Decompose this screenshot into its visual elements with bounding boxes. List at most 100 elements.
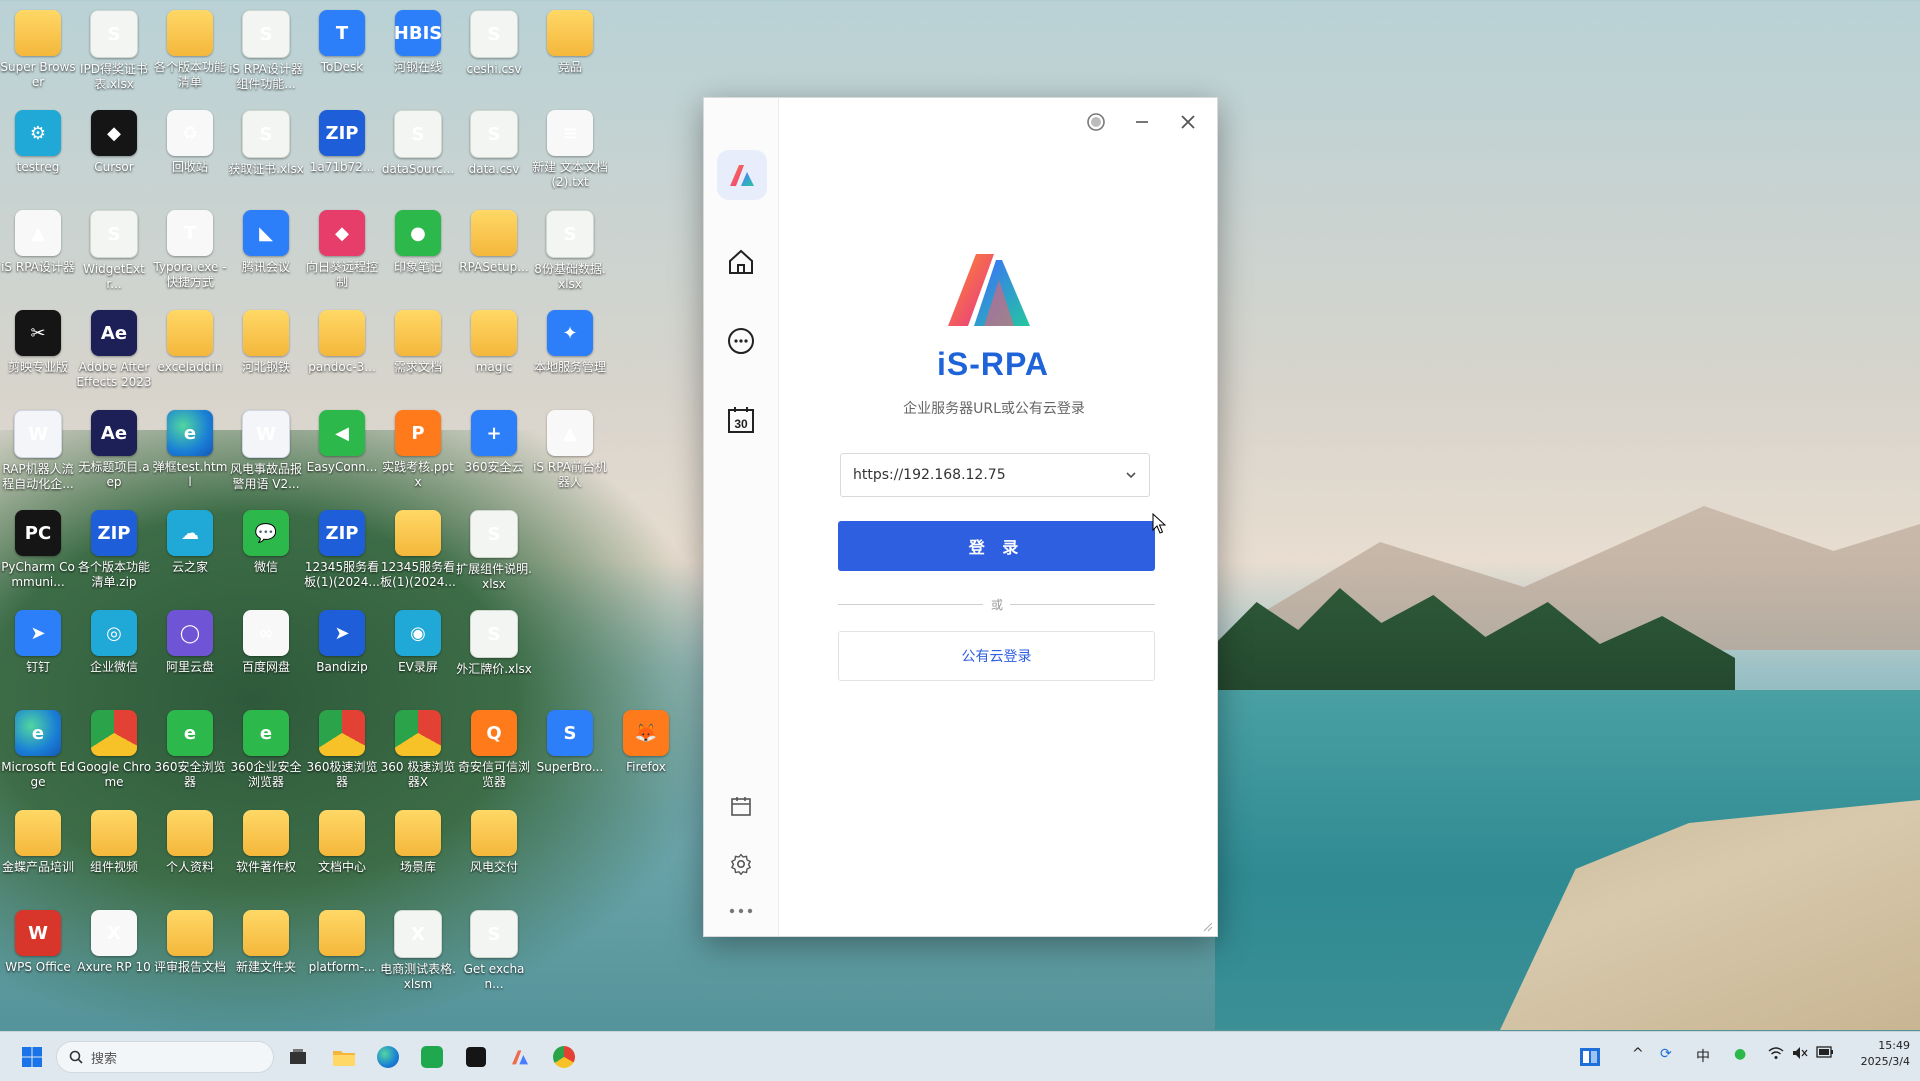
- desktop-icon[interactable]: ⚙ testreg: [0, 100, 76, 196]
- schedule-icon[interactable]: [721, 786, 761, 826]
- desktop-icon[interactable]: e Microsoft Edge: [0, 700, 76, 796]
- task-view-icon[interactable]: [282, 1041, 314, 1073]
- desktop-icon[interactable]: RPASetup...: [456, 200, 532, 296]
- battery-icon[interactable]: [1816, 1046, 1834, 1062]
- login-button[interactable]: 登 录: [838, 521, 1155, 571]
- desktop-icon[interactable]: S 获取证书.xlsx: [228, 100, 304, 196]
- desktop-icon[interactable]: ✦ 本地服务管理: [532, 300, 608, 396]
- desktop-icon[interactable]: W RAP机器人流程自动化企...: [0, 400, 76, 496]
- desktop-icon[interactable]: ◆ 向日葵远程控制: [304, 200, 380, 296]
- desktop-icon[interactable]: Super Browser: [0, 0, 76, 96]
- desktop-icon[interactable]: 金蝶产品培训: [0, 800, 76, 896]
- desktop-icon[interactable]: ◆ Cursor: [76, 100, 152, 196]
- desktop-icon[interactable]: e 360企业安全浏览器: [228, 700, 304, 796]
- close-button[interactable]: [1170, 108, 1206, 136]
- desktop-icon[interactable]: ≡ 新建 文本文档 (2).txt: [532, 100, 608, 196]
- desktop-icon[interactable]: 软件著作权: [228, 800, 304, 896]
- desktop-icon[interactable]: X Axure RP 10: [76, 900, 152, 996]
- desktop-icon[interactable]: S SuperBro...: [532, 700, 608, 796]
- settings-gear-icon[interactable]: [721, 844, 761, 884]
- cursor-app-taskbar-icon[interactable]: [460, 1041, 492, 1073]
- desktop-icon[interactable]: 文档中心: [304, 800, 380, 896]
- desktop-icon[interactable]: PC PyCharm Communi...: [0, 500, 76, 596]
- desktop-icon[interactable]: ◯ 阿里云盘: [152, 600, 228, 696]
- desktop-icon[interactable]: S WidgetExtr...: [76, 200, 152, 296]
- desktop-icon[interactable]: W WPS Office: [0, 900, 76, 996]
- desktop-icon[interactable]: +360安全云: [456, 400, 532, 496]
- desktop-icon[interactable]: ● 印象笔记: [380, 200, 456, 296]
- desktop-icon[interactable]: 12345服务看板(1)(2024...: [380, 500, 456, 596]
- desktop-icon[interactable]: ZIP 各个版本功能清单.zip: [76, 500, 152, 596]
- calendar-icon[interactable]: 30: [721, 400, 761, 440]
- desktop-icon[interactable]: 需求文档: [380, 300, 456, 396]
- edge-taskbar-icon[interactable]: [372, 1041, 404, 1073]
- desktop-icon[interactable]: Ae Adobe After Effects 2023: [76, 300, 152, 396]
- file-explorer-icon[interactable]: [328, 1041, 360, 1073]
- desktop-icon[interactable]: magic: [456, 300, 532, 396]
- chrome-taskbar-icon[interactable]: [548, 1041, 580, 1073]
- tray-chevron-up-icon[interactable]: ^: [1632, 1046, 1644, 1062]
- desktop-icon[interactable]: ◉ EV录屏: [380, 600, 456, 696]
- desktop-icon[interactable]: ✂ 剪映专业版: [0, 300, 76, 396]
- desktop-icon[interactable]: 新建文件夹: [228, 900, 304, 996]
- desktop-icon[interactable]: 🦊 Firefox: [608, 700, 684, 796]
- chat-icon[interactable]: [721, 321, 761, 361]
- desktop-icon[interactable]: Sceshi.csv: [456, 0, 532, 96]
- desktop-icon[interactable]: P 实践考核.pptx: [380, 400, 456, 496]
- record-circle-icon[interactable]: [1078, 108, 1114, 136]
- public-cloud-login-button[interactable]: 公有云登录: [838, 631, 1155, 681]
- desktop-icon[interactable]: S 8份基础数据.xlsx: [532, 200, 608, 296]
- desktop-icon[interactable]: S 外汇牌价.xlsx: [456, 600, 532, 696]
- desktop-icon[interactable]: S Get exchan...: [456, 900, 532, 996]
- desktop-icon[interactable]: 个人资料: [152, 800, 228, 896]
- desktop-icon[interactable]: T ToDesk: [304, 0, 380, 96]
- desktop-icon[interactable]: Q 奇安信可信浏览器: [456, 700, 532, 796]
- desktop-icon[interactable]: W 风电事故品报警用语 V2...: [228, 400, 304, 496]
- desktop-icon[interactable]: e 弹框test.html: [152, 400, 228, 496]
- desktop-icon[interactable]: S IPD得奖证书表.xlsx: [76, 0, 152, 96]
- desktop-icon[interactable]: ♻ 回收站: [152, 100, 228, 196]
- tray-app-icon[interactable]: ⟳: [1660, 1046, 1672, 1062]
- desktop-icon[interactable]: 组件视频: [76, 800, 152, 896]
- desktop-icon[interactable]: 各个版本功能清单: [152, 0, 228, 96]
- desktop-icon[interactable]: ◣ 腾讯会议: [228, 200, 304, 296]
- wechat-work-taskbar-icon[interactable]: [416, 1041, 448, 1073]
- taskbar-search-box[interactable]: 搜索: [56, 1041, 274, 1073]
- speaker-muted-icon[interactable]: [1792, 1046, 1808, 1064]
- desktop-icon[interactable]: ▲ iS RPA设计器: [0, 200, 76, 296]
- widgets-icon[interactable]: [1574, 1041, 1606, 1073]
- desktop-icon[interactable]: 💬 微信: [228, 500, 304, 596]
- desktop-icon[interactable]: 360 极速浏览器X: [380, 700, 456, 796]
- is-rpa-taskbar-icon[interactable]: [504, 1041, 536, 1073]
- app-logo-badge[interactable]: [717, 150, 767, 200]
- desktop-icon[interactable]: HBIS 河钢在线: [380, 0, 456, 96]
- desktop-icon[interactable]: 河北钢铁: [228, 300, 304, 396]
- desktop-icon[interactable]: S 扩展组件说明.xlsx: [456, 500, 532, 596]
- ime-indicator[interactable]: 中: [1696, 1046, 1710, 1066]
- desktop-icon[interactable]: X 电商测试表格.xlsm: [380, 900, 456, 996]
- desktop-icon[interactable]: ▲ iS RPA前台机器人: [532, 400, 608, 496]
- desktop-icon[interactable]: pandoc-3...: [304, 300, 380, 396]
- desktop-icon[interactable]: Sdata.csv: [456, 100, 532, 196]
- wifi-icon[interactable]: [1768, 1046, 1784, 1064]
- start-button[interactable]: [16, 1041, 48, 1073]
- resize-grip-icon[interactable]: [1203, 922, 1213, 932]
- desktop-icon[interactable]: SiS RPA设计器组件功能...: [228, 0, 304, 96]
- desktop-icon[interactable]: 场景库: [380, 800, 456, 896]
- desktop-icon[interactable]: 评审报告文档: [152, 900, 228, 996]
- minimize-button[interactable]: [1124, 108, 1160, 136]
- desktop-icon[interactable]: e 360安全浏览器: [152, 700, 228, 796]
- server-url-select[interactable]: https://192.168.12.75: [840, 453, 1150, 497]
- desktop-icon[interactable]: ◀ EasyConn...: [304, 400, 380, 496]
- tray-wechat-icon[interactable]: ●: [1734, 1046, 1746, 1062]
- more-options-icon[interactable]: [721, 891, 761, 931]
- desktop-icon[interactable]: ZIP 1a71b72...: [304, 100, 380, 196]
- desktop-icon[interactable]: T Typora.exe - 快捷方式: [152, 200, 228, 296]
- desktop-icon[interactable]: platform-...: [304, 900, 380, 996]
- desktop-icon[interactable]: Google Chrome: [76, 700, 152, 796]
- home-icon[interactable]: [721, 242, 761, 282]
- desktop-icon[interactable]: ◎ 企业微信: [76, 600, 152, 696]
- desktop-icon[interactable]: ∞ 百度网盘: [228, 600, 304, 696]
- desktop-icon[interactable]: 风电交付: [456, 800, 532, 896]
- desktop-icon[interactable]: 竞品: [532, 0, 608, 96]
